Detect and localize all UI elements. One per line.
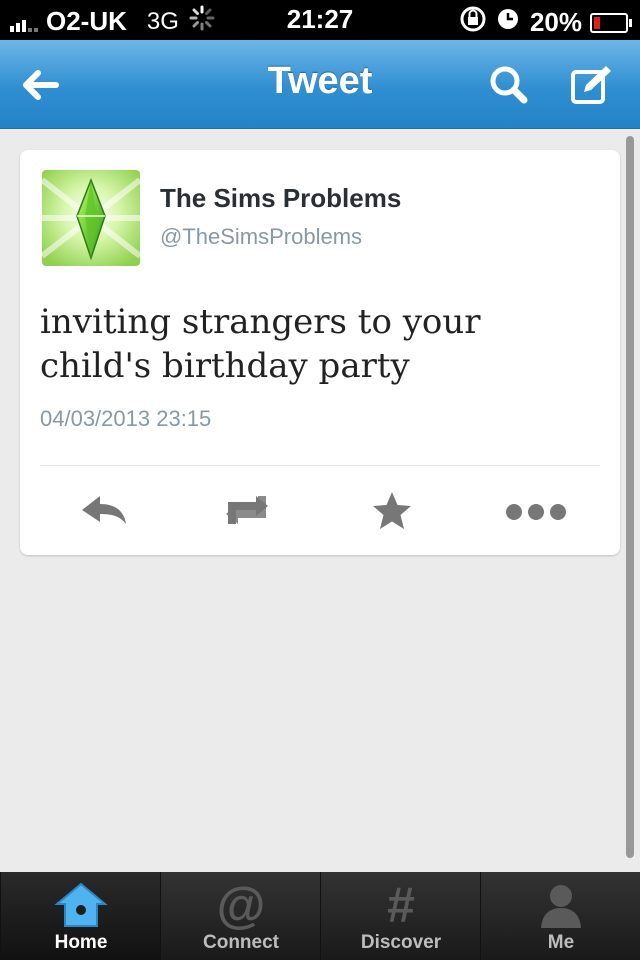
more-button[interactable] [504,490,568,530]
tweet-text: inviting strangers to your child's birth… [40,302,481,386]
author-handle[interactable]: @TheSimsProblems [160,224,362,250]
more-icon [506,504,566,520]
scrollbar[interactable] [626,136,634,858]
search-icon [490,66,528,104]
tab-me-label: Me [547,932,575,953]
at-icon: @ [216,877,266,933]
tab-bar: Home @ Connect # Discover Me [0,872,640,960]
favorite-star-icon [373,492,411,529]
retweet-button[interactable] [216,490,278,530]
battery-percent: 20% [529,7,582,37]
rotation-lock-icon [458,4,488,41]
compose-button[interactable] [566,60,616,110]
reply-icon [82,496,126,524]
status-right: 20% [458,4,632,41]
reply-button[interactable] [78,490,130,530]
favorite-button[interactable] [370,490,414,530]
avatar[interactable] [42,170,140,266]
compose-icon [571,66,611,104]
author-name[interactable]: The Sims Problems [160,183,401,214]
home-icon [54,882,108,927]
tab-home[interactable]: Home [0,872,160,960]
alarm-clock-icon [496,7,520,38]
plumbob-avatar-icon [42,170,140,266]
battery-icon [590,12,632,33]
retweet-icon [226,496,268,524]
tab-me[interactable]: Me [480,872,640,960]
tab-home-label: Home [54,932,108,953]
tab-discover-label: Discover [360,932,442,953]
hash-icon: # [387,877,415,933]
tab-connect[interactable]: @ Connect [160,872,320,960]
status-bar: O2-UK 3G 21:27 20% [0,0,640,40]
page-title: Tweet [267,60,373,102]
tab-discover[interactable]: # Discover [320,872,480,960]
tab-connect-label: Connect [203,932,279,953]
person-icon [541,885,581,928]
divider [40,465,600,466]
tweet-timestamp: 04/03/2013 23:15 [40,406,212,431]
tweet-card: The Sims Problems @TheSimsProblems invit… [20,150,620,555]
navigation-bar: Tweet [0,40,640,129]
search-button[interactable] [484,60,534,110]
